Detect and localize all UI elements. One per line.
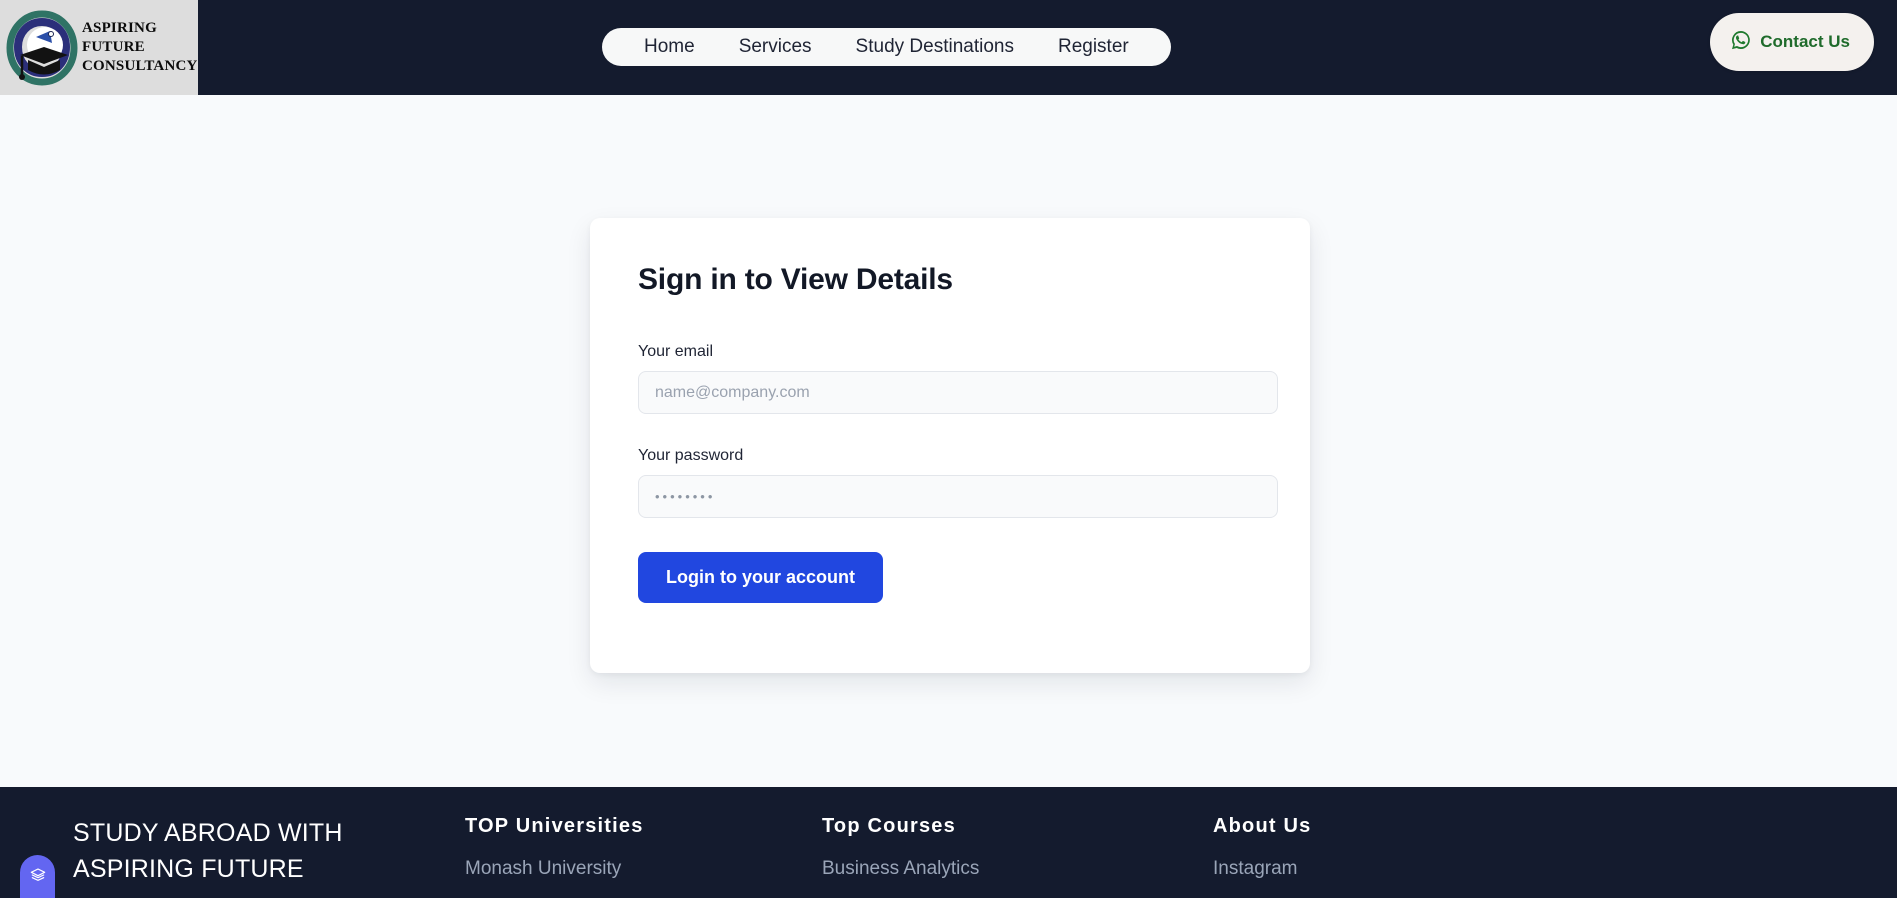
whatsapp-icon xyxy=(1730,29,1752,56)
footer-column-about-us: About Us Instagram xyxy=(1213,815,1311,880)
footer-column-title: TOP Universities xyxy=(465,815,644,837)
site-header: ASPIRING FUTURE CONSULTANCY Home Service… xyxy=(0,0,1897,95)
logo-wordmark: ASPIRING FUTURE CONSULTANCY xyxy=(82,19,198,76)
contact-us-button[interactable]: Contact Us xyxy=(1710,13,1874,71)
floating-widget-tab[interactable] xyxy=(20,855,55,898)
email-label: Your email xyxy=(638,343,714,360)
footer-brand-heading: STUDY ABROAD WITH ASPIRING FUTURE xyxy=(73,819,343,883)
nav-item-home[interactable]: Home xyxy=(622,28,717,66)
nav-item-study-destinations[interactable]: Study Destinations xyxy=(834,28,1036,66)
logo-line-1: ASPIRING xyxy=(82,20,157,36)
nav-item-services[interactable]: Services xyxy=(717,28,834,66)
login-button[interactable]: Login to your account xyxy=(638,552,883,603)
logo-line-3: CONSULTANCY xyxy=(82,58,198,74)
footer-column-title: Top Courses xyxy=(822,815,956,837)
nav-item-register[interactable]: Register xyxy=(1036,28,1151,66)
sign-in-card: Sign in to View Details Your email Your … xyxy=(590,218,1310,673)
footer-link-business-analytics[interactable]: Business Analytics xyxy=(822,858,979,880)
email-field-group: Your email xyxy=(638,343,1278,414)
contact-us-label: Contact Us xyxy=(1760,32,1850,51)
main-content: Sign in to View Details Your email Your … xyxy=(0,95,1897,787)
primary-navigation: Home Services Study Destinations Registe… xyxy=(602,28,1171,66)
page-title: Sign in to View Details xyxy=(638,263,953,296)
email-input[interactable] xyxy=(638,371,1278,414)
footer-column-title: About Us xyxy=(1213,815,1312,837)
logo-line-2: FUTURE xyxy=(82,39,145,55)
password-input[interactable] xyxy=(638,475,1278,518)
layers-stack-icon xyxy=(30,867,46,888)
footer-column-top-universities: TOP Universities Monash University xyxy=(465,815,644,880)
password-label: Your password xyxy=(638,447,744,464)
footer-link-instagram[interactable]: Instagram xyxy=(1213,858,1311,880)
site-logo[interactable]: ASPIRING FUTURE CONSULTANCY xyxy=(0,0,198,95)
footer-link-monash-university[interactable]: Monash University xyxy=(465,858,644,880)
footer-column-top-courses: Top Courses Business Analytics xyxy=(822,815,979,880)
password-field-group: Your password xyxy=(638,447,1278,518)
graduation-cap-emblem-icon xyxy=(6,7,78,89)
site-footer: STUDY ABROAD WITH ASPIRING FUTURE TOP Un… xyxy=(0,787,1897,898)
